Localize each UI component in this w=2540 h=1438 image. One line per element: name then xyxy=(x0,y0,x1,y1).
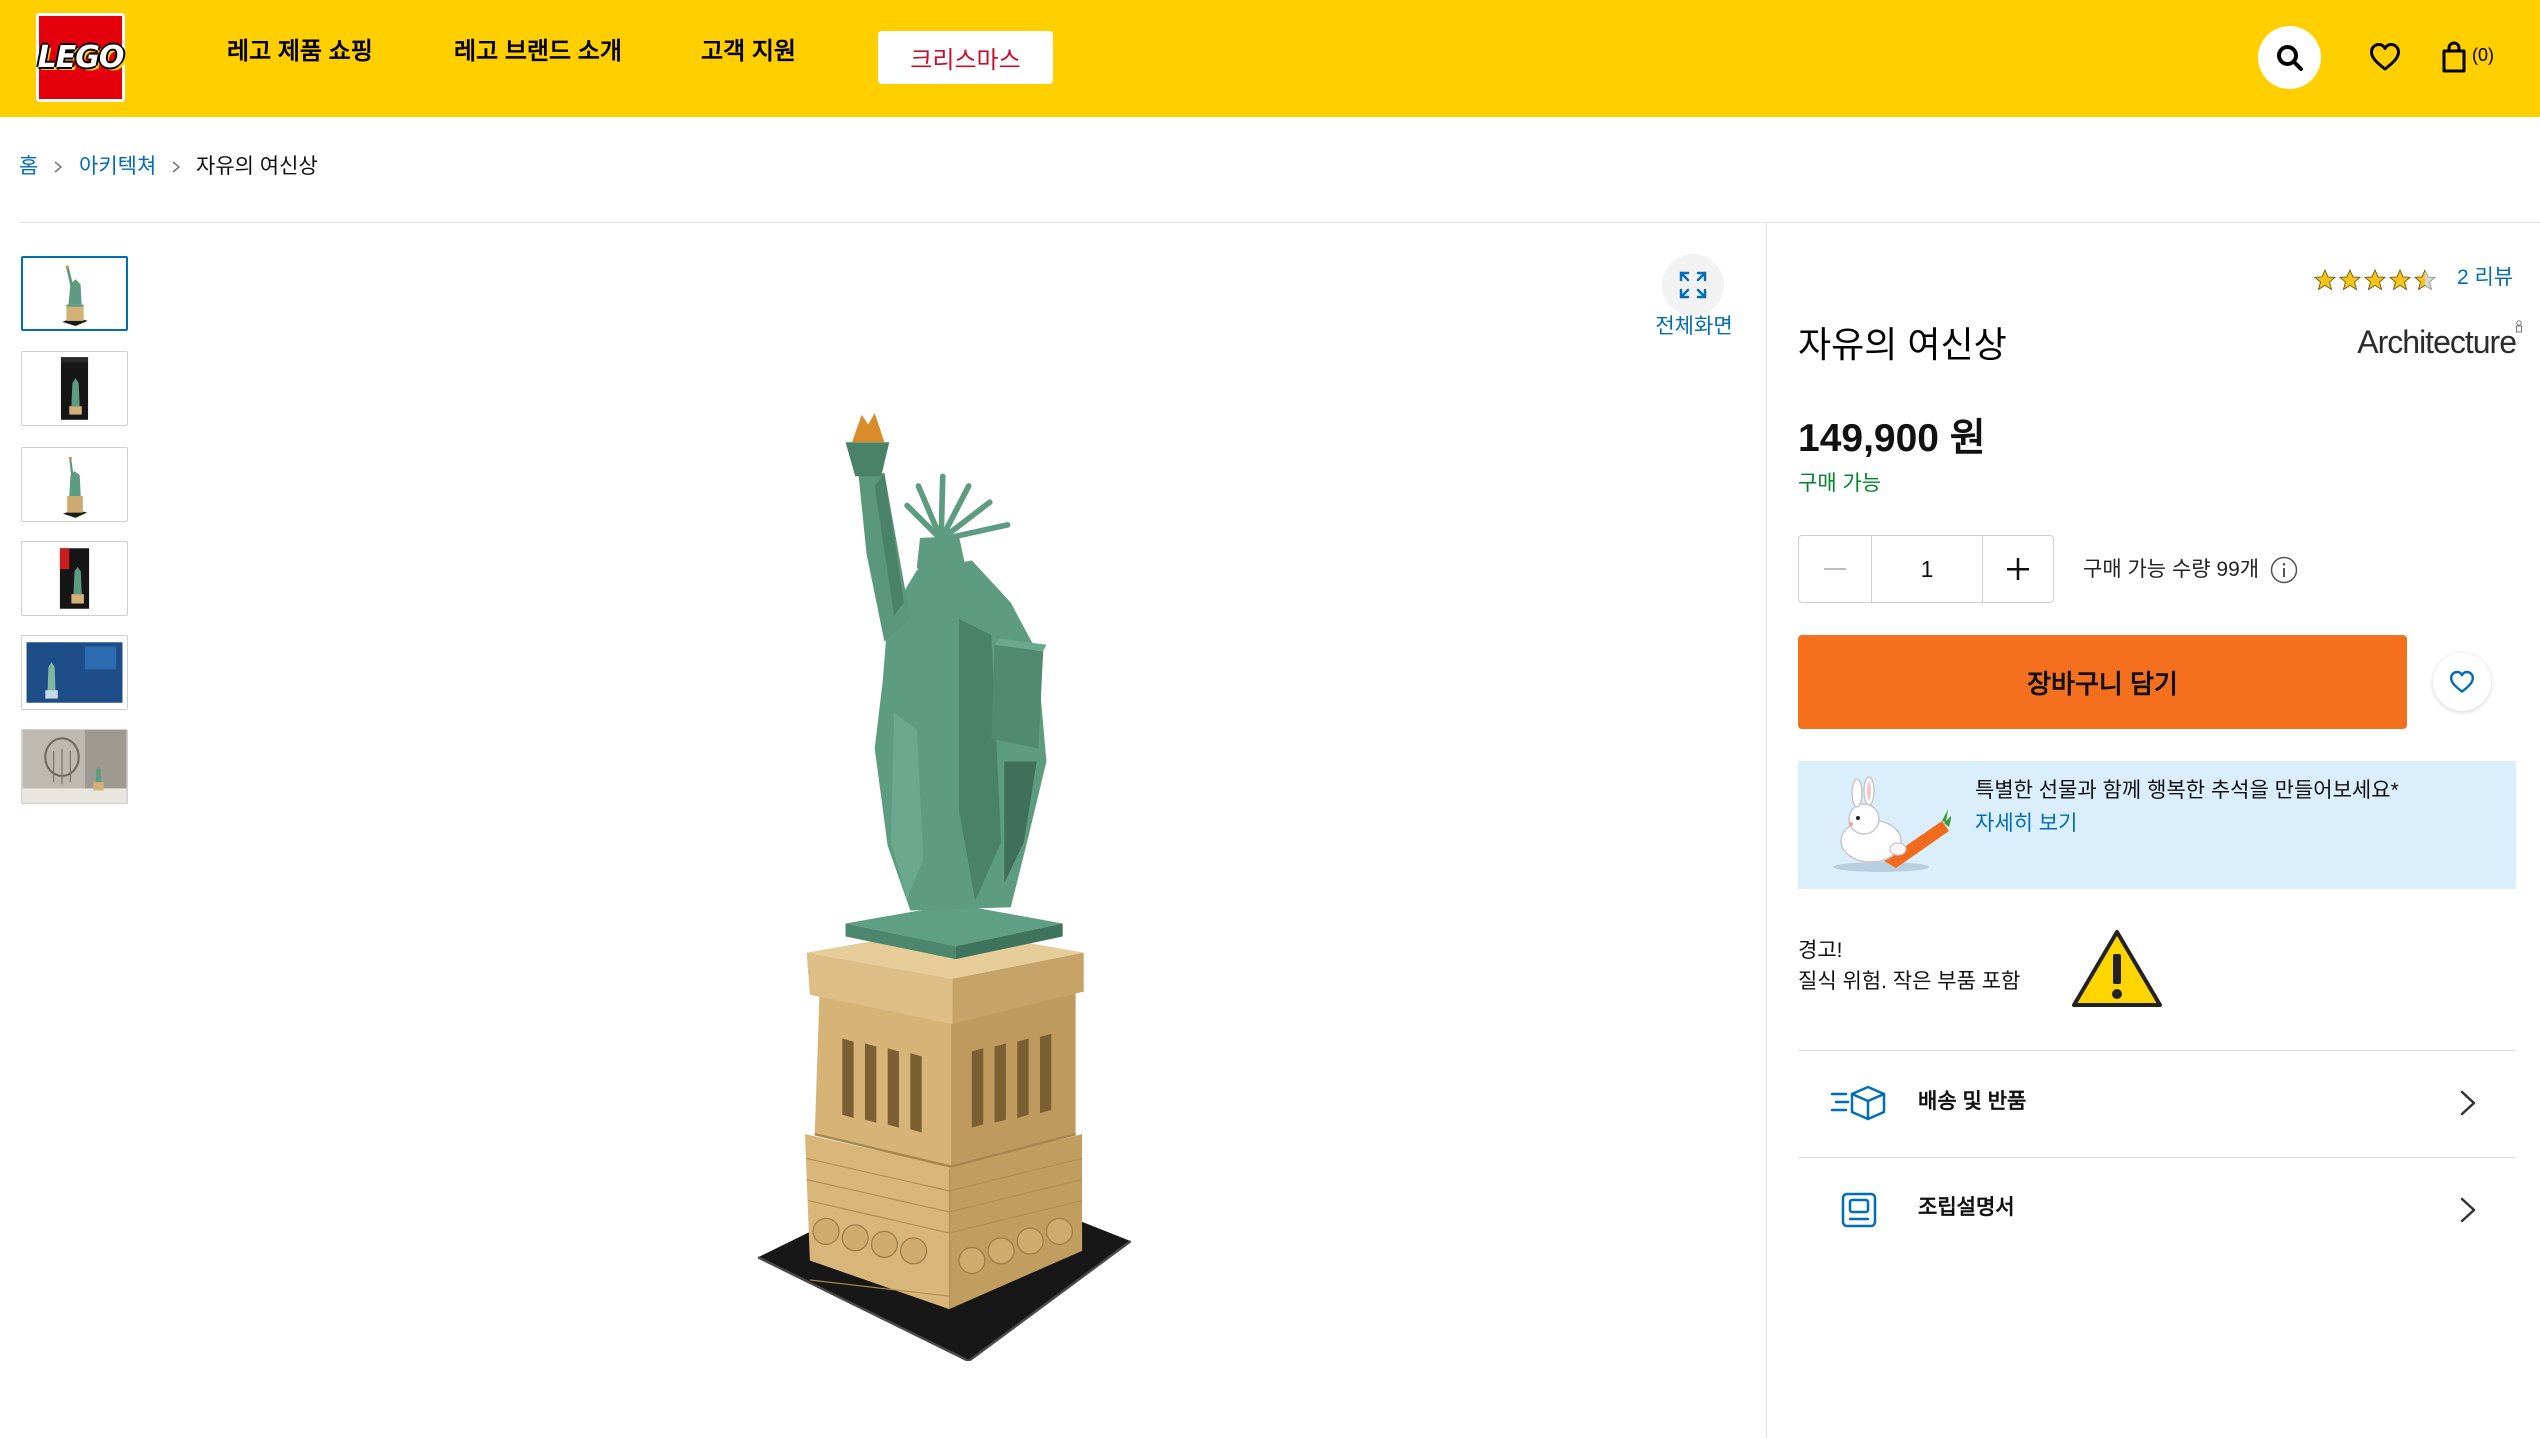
product-image-statue-of-liberty xyxy=(757,413,1132,1361)
warning-text: 질식 위험. 작은 부품 포함 xyxy=(1798,970,2021,993)
minus-icon xyxy=(1823,568,1846,570)
warning-title: 경고! xyxy=(1798,939,1843,962)
info-icon[interactable] xyxy=(2270,556,2298,584)
product-price: 149,900 원 xyxy=(1798,417,1986,460)
breadcrumb-divider xyxy=(19,222,2540,223)
star-filled-icon xyxy=(2313,268,2337,291)
christmas-promo-button[interactable]: 크리스마스 xyxy=(878,31,1053,84)
quantity-input[interactable] xyxy=(1870,536,1983,602)
statue-torch xyxy=(845,413,890,477)
promo-text: 특별한 선물과 함께 행복한 추석을 만들어보세요* xyxy=(1975,779,2399,802)
breadcrumb-architecture[interactable]: 아키텍쳐 xyxy=(79,155,156,179)
thumbnail-image xyxy=(63,456,88,518)
add-to-wishlist-button[interactable] xyxy=(2433,653,2491,711)
nav-shop-products[interactable]: 레고 제품 쇼핑 xyxy=(227,37,373,67)
architecture-brand-logo[interactable]: Architecture xyxy=(2357,320,2517,364)
instructions-icon xyxy=(1841,1192,1877,1228)
search-icon xyxy=(2276,44,2303,71)
star-filled-icon xyxy=(2388,268,2412,291)
thumbnail-box-back[interactable] xyxy=(21,541,128,616)
add-to-cart-button[interactable]: 장바구니 담기 xyxy=(1798,635,2407,729)
thumbnail-room-display[interactable] xyxy=(21,729,128,804)
promo-more-link[interactable]: 자세히 보기 xyxy=(1975,811,2077,837)
expand-icon xyxy=(1679,271,1707,299)
panel-divider xyxy=(1766,222,1767,1438)
thumbnail-image xyxy=(59,548,90,609)
heart-outline-icon xyxy=(2450,670,2474,693)
thumbnail-statue-angle[interactable] xyxy=(21,447,128,522)
fullscreen-label[interactable]: 전체화면 xyxy=(1634,313,1754,341)
star-filled-icon xyxy=(2363,268,2387,291)
promo-banner: 특별한 선물과 함께 행복한 추석을 만들어보세요* 자세히 보기 xyxy=(1798,761,2516,889)
thumbnail-image xyxy=(60,357,89,420)
thumbnail-statue-front[interactable] xyxy=(21,256,128,331)
quantity-increase-button[interactable] xyxy=(1983,536,2053,602)
chevron-right-icon xyxy=(172,161,181,173)
search-button[interactable] xyxy=(2258,26,2321,89)
minifigure-mark xyxy=(2516,320,2522,333)
shipping-returns-label: 배송 및 반품 xyxy=(1918,1090,2027,1113)
rating-stars[interactable] xyxy=(2313,268,2438,292)
thumbnail-box-front[interactable] xyxy=(21,351,128,426)
nav-brand-intro[interactable]: 레고 브랜드 소개 xyxy=(454,37,622,67)
statue-figure xyxy=(858,473,1047,911)
plus-icon xyxy=(2006,558,2029,580)
availability-status: 구매 가능 xyxy=(1798,472,1882,495)
star-filled-icon xyxy=(2413,268,2425,291)
product-title: 자유의 여신상 xyxy=(1798,324,2007,365)
delivery-box-icon xyxy=(1830,1085,1886,1121)
chevron-right-icon xyxy=(2460,1090,2476,1116)
building-instructions-row[interactable]: 조립설명서 xyxy=(1798,1158,2516,1264)
site-header: LEGO 레고 제품 쇼핑 레고 브랜드 소개 고객 지원 크리스마스 (0) xyxy=(0,0,2540,117)
lego-logo[interactable]: LEGO xyxy=(36,13,125,102)
warning-triangle-icon xyxy=(2072,930,2162,1007)
logo-wordmark: LEGO xyxy=(37,40,125,75)
rabbit-carrot-illustration xyxy=(1833,776,1951,872)
shopping-bag-icon[interactable] xyxy=(2441,40,2467,74)
star-filled-icon xyxy=(2338,268,2362,291)
rating-stars-fill xyxy=(2313,268,2425,292)
reviews-link[interactable]: 2 리뷰 xyxy=(2457,265,2513,291)
breadcrumb-home[interactable]: 홈 xyxy=(19,155,38,179)
quantity-decrease-button[interactable] xyxy=(1799,536,1871,602)
heart-icon[interactable] xyxy=(2369,42,2401,72)
chevron-right-icon xyxy=(2460,1197,2476,1223)
cart-count[interactable]: (0) xyxy=(2472,44,2494,66)
thumbnail-image xyxy=(22,636,127,709)
building-instructions-label: 조립설명서 xyxy=(1918,1196,2015,1219)
nav-customer-support[interactable]: 고객 지원 xyxy=(701,37,796,67)
chevron-right-icon xyxy=(54,161,63,173)
quantity-stepper xyxy=(1798,535,2054,603)
fullscreen-button[interactable] xyxy=(1662,254,1724,316)
thumbnail-image xyxy=(62,265,88,326)
breadcrumb-current: 자유의 여신상 xyxy=(196,155,318,178)
thumbnail-blueprint[interactable] xyxy=(21,635,128,710)
thumbnail-image xyxy=(22,730,127,803)
shipping-returns-row[interactable]: 배송 및 반품 xyxy=(1798,1051,2516,1157)
max-quantity-label: 구매 가능 수량 99개 xyxy=(2083,558,2260,581)
